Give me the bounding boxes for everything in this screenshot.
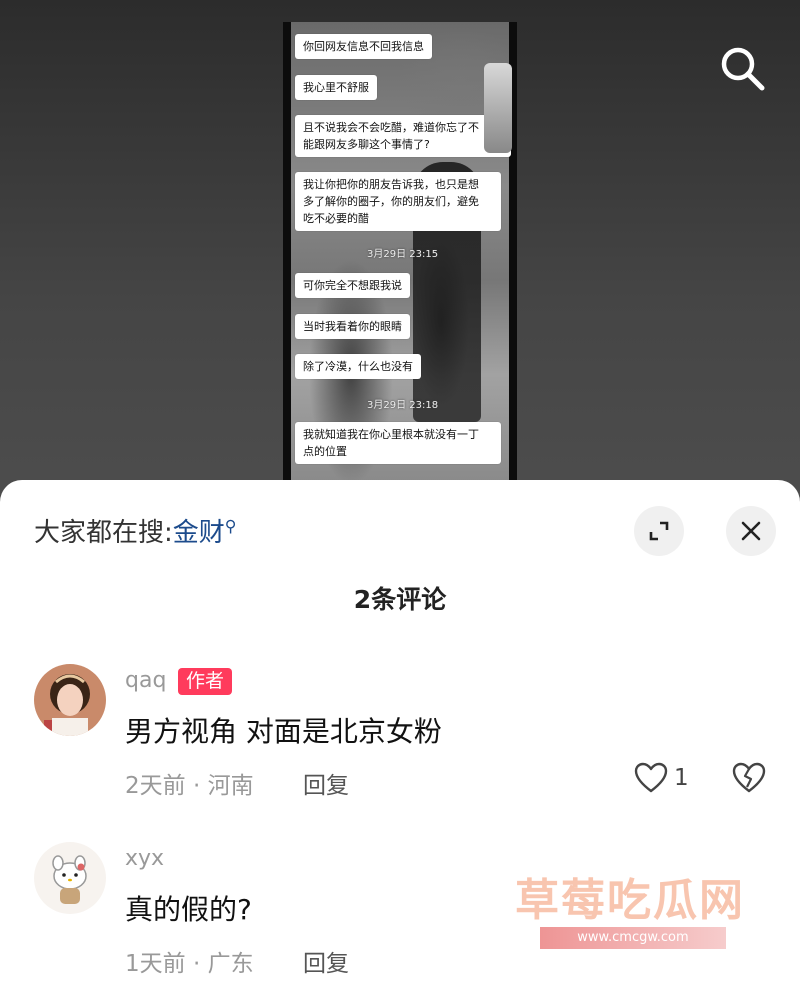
comment-text: 男方视角 对面是北京女粉	[125, 715, 442, 748]
dislike-button[interactable]	[732, 762, 766, 798]
search-icon: ⚲	[224, 516, 237, 536]
like-count: 1	[674, 765, 689, 791]
expand-icon	[649, 521, 669, 541]
comment-count-title: 2条评论	[353, 585, 447, 614]
chat-message: 当时我看着你的眼睛	[295, 314, 410, 339]
comment-sheet: 大家都在搜:金财⚲ 2条评论 qaq 作者 男方视角 对面是北京女粉 2天前 ·…	[0, 480, 800, 1003]
comment-username[interactable]: qaq	[125, 668, 166, 693]
chat-message: 我心里不舒服	[295, 75, 377, 100]
video-player[interactable]: 你回网友信息不回我信息 我心里不舒服 且不说我会不会吃醋，难道你忘了不 能跟网友…	[0, 0, 800, 500]
chat-message: 且不说我会不会吃醋，难道你忘了不 能跟网友多聊这个事情了?	[295, 115, 511, 157]
comment-text: 真的假的?	[125, 893, 252, 926]
comment-username[interactable]: xyx	[125, 846, 164, 871]
avatar[interactable]	[34, 842, 106, 914]
close-icon	[741, 521, 761, 541]
chat-timestamp: 3月29日 23:15	[367, 249, 439, 260]
comment-meta: 2天前 · 河南	[125, 773, 254, 799]
chat-message: 可你完全不想跟我说	[295, 273, 410, 298]
chat-timestamp: 3月29日 23:18	[367, 400, 439, 411]
search-button[interactable]	[716, 42, 768, 94]
comment-meta: 1天前 · 广东	[125, 951, 254, 977]
search-icon	[721, 47, 765, 91]
reply-button[interactable]: 回复	[303, 944, 349, 978]
reply-button[interactable]: 回复	[303, 766, 349, 800]
inset-photo	[484, 63, 512, 153]
chat-message: 你回网友信息不回我信息	[295, 34, 432, 59]
hot-search-prefix: 大家都在搜:	[34, 518, 173, 548]
hot-search-keyword[interactable]: 金财	[173, 518, 225, 548]
watermark-text: 草莓吃瓜网	[515, 875, 745, 926]
avatar[interactable]	[34, 664, 106, 736]
close-button[interactable]	[726, 506, 776, 556]
chat-message: 除了冷漠，什么也没有	[295, 354, 421, 379]
watermark-url: www.cmcgw.com	[540, 927, 726, 949]
author-badge: 作者	[178, 668, 233, 695]
broken-heart-icon	[732, 762, 766, 793]
heart-icon	[634, 762, 668, 793]
like-button[interactable]: 1	[634, 762, 689, 794]
chat-message: 我就知道我在你心里根本就没有一丁 点的位置	[295, 422, 501, 464]
chat-screenshot: 你回网友信息不回我信息 我心里不舒服 且不说我会不会吃醋，难道你忘了不 能跟网友…	[283, 22, 517, 492]
chat-message: 我让你把你的朋友告诉我，也只是想 多了解你的圈子，你的朋友们，避免 吃不必要的醋	[295, 172, 501, 231]
hot-search-bar[interactable]: 大家都在搜:金财⚲	[34, 512, 237, 549]
expand-button[interactable]	[634, 506, 684, 556]
comment-item[interactable]: qaq 作者 男方视角 对面是北京女粉 2天前 · 河南 回复 1	[0, 658, 800, 808]
